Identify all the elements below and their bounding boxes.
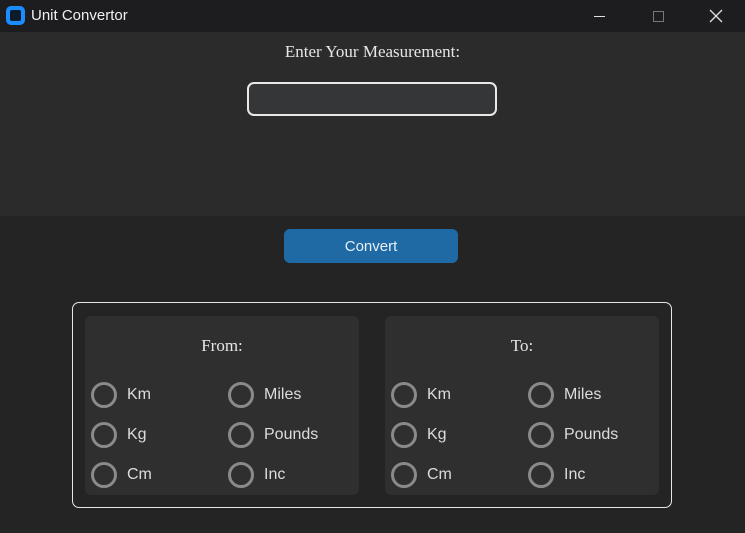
measurement-prompt: Enter Your Measurement:	[284, 42, 461, 61]
from-group: From: Km Miles Kg Pounds Cm Inc	[85, 316, 359, 495]
radio-circle[interactable]	[228, 382, 254, 408]
to-title: To:	[510, 336, 534, 355]
radio-label: Inc	[264, 466, 286, 483]
input-panel: Enter Your Measurement:	[0, 32, 745, 216]
radio-label: Miles	[264, 386, 302, 403]
radio-circle[interactable]	[528, 422, 554, 448]
to-radio-pounds[interactable]: Pounds	[528, 422, 618, 448]
from-radio-cm[interactable]: Cm	[91, 462, 152, 488]
to-radio-inc[interactable]: Inc	[528, 462, 585, 488]
radio-label: Miles	[564, 386, 602, 403]
conversion-options-frame: From: Km Miles Kg Pounds Cm Inc To: Km M…	[72, 302, 672, 508]
radio-label: Kg	[127, 426, 147, 443]
from-radio-km[interactable]: Km	[91, 382, 151, 408]
to-radio-miles[interactable]: Miles	[528, 382, 601, 408]
from-radio-kg[interactable]: Kg	[91, 422, 147, 448]
radio-label: Kg	[427, 426, 447, 443]
radio-circle[interactable]	[391, 382, 417, 408]
radio-label: Km	[127, 386, 151, 403]
close-icon	[709, 9, 723, 23]
maximize-button[interactable]	[635, 0, 681, 32]
from-title: From:	[201, 336, 243, 355]
radio-label: Pounds	[564, 426, 619, 443]
measurement-input[interactable]	[247, 82, 497, 116]
from-radio-miles[interactable]: Miles	[228, 382, 301, 408]
radio-circle[interactable]	[528, 462, 554, 488]
radio-circle[interactable]	[91, 422, 117, 448]
radio-circle[interactable]	[528, 382, 554, 408]
to-radio-cm[interactable]: Cm	[391, 462, 452, 488]
radio-label: Cm	[427, 466, 452, 483]
radio-circle[interactable]	[391, 422, 417, 448]
radio-circle[interactable]	[91, 462, 117, 488]
maximize-icon	[652, 10, 664, 22]
radio-label: Km	[427, 386, 451, 403]
minimize-icon	[593, 15, 605, 17]
to-group: To: Km Miles Kg Pounds Cm Inc	[385, 316, 659, 495]
close-button[interactable]	[693, 0, 739, 32]
title-bar: Unit Convertor	[0, 0, 745, 32]
to-radio-km[interactable]: Km	[391, 382, 451, 408]
from-radio-inc[interactable]: Inc	[228, 462, 285, 488]
app-icon	[6, 6, 25, 25]
minimize-button[interactable]	[576, 0, 622, 32]
radio-label: Cm	[127, 466, 152, 483]
window-title: Unit Convertor	[31, 7, 128, 24]
radio-circle[interactable]	[91, 382, 117, 408]
radio-circle[interactable]	[391, 462, 417, 488]
radio-label: Pounds	[264, 426, 319, 443]
to-radio-kg[interactable]: Kg	[391, 422, 447, 448]
radio-circle[interactable]	[228, 462, 254, 488]
from-radio-pounds[interactable]: Pounds	[228, 422, 318, 448]
convert-button[interactable]: Convert	[284, 229, 458, 263]
radio-circle[interactable]	[228, 422, 254, 448]
radio-label: Inc	[564, 466, 586, 483]
